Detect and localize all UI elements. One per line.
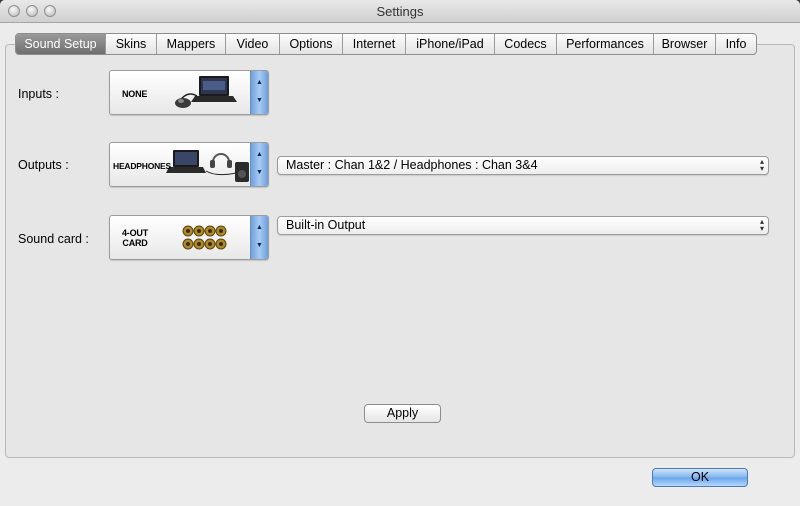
inputs-image-picker[interactable]: NONE ▲ ▼ (109, 70, 269, 115)
tab-video[interactable]: Video (226, 34, 280, 54)
up-down-chevron-icon: ▴ ▾ (759, 157, 764, 173)
soundcard-device-popup[interactable]: Built-in Output ▴ ▾ (277, 216, 769, 235)
soundcard-image-text-line1: 4-OUT (122, 228, 149, 238)
outputs-image-picker[interactable]: HEADPHONES ▲ ▼ (109, 142, 269, 187)
title-bar: Settings (0, 0, 800, 23)
soundcard-popup-value: Built-in Output (286, 218, 366, 232)
stepper-up-icon[interactable]: ▲ (251, 79, 268, 86)
stepper-down-icon[interactable]: ▼ (251, 169, 268, 176)
stepper-down-icon[interactable]: ▼ (251, 97, 268, 104)
outputs-image-text: HEADPHONES (113, 161, 171, 171)
inputs-image-text: NONE (122, 89, 148, 99)
ok-button[interactable]: OK (652, 468, 748, 487)
soundcard-stepper[interactable]: ▲ ▼ (250, 216, 268, 259)
settings-window: Settings Sound Setup Skins Mappers Video… (0, 0, 800, 506)
tab-options[interactable]: Options (280, 34, 343, 54)
tab-codecs[interactable]: Codecs (495, 34, 557, 54)
tab-iphone-ipad[interactable]: iPhone/iPad (406, 34, 495, 54)
stepper-down-icon[interactable]: ▼ (251, 242, 268, 249)
soundcard-image-text-line2: CARD (122, 238, 148, 248)
tab-skins[interactable]: Skins (106, 34, 157, 54)
outputs-popup-value: Master : Chan 1&2 / Headphones : Chan 3&… (286, 158, 538, 172)
soundcard-label: Sound card : (18, 232, 89, 246)
tab-mappers[interactable]: Mappers (157, 34, 226, 54)
tab-internet[interactable]: Internet (343, 34, 406, 54)
apply-button[interactable]: Apply (364, 404, 441, 423)
soundcard-image-text: 4-OUT CARD (122, 228, 148, 248)
up-down-chevron-icon: ▴ ▾ (759, 217, 764, 233)
inputs-label: Inputs : (18, 87, 59, 101)
soundcard-image-picker[interactable]: 4-OUT CARD ▲ ▼ (109, 215, 269, 260)
outputs-stepper[interactable]: ▲ ▼ (250, 143, 268, 186)
tab-sound-setup[interactable]: Sound Setup (16, 34, 106, 54)
window-title: Settings (376, 4, 424, 19)
stepper-up-icon[interactable]: ▲ (251, 151, 268, 158)
tab-browser[interactable]: Browser (654, 34, 716, 54)
stepper-up-icon[interactable]: ▲ (251, 224, 268, 231)
tab-info[interactable]: Info (716, 34, 756, 54)
outputs-label: Outputs : (18, 158, 69, 172)
outputs-channel-popup[interactable]: Master : Chan 1&2 / Headphones : Chan 3&… (277, 156, 769, 175)
inputs-stepper[interactable]: ▲ ▼ (250, 71, 268, 114)
tab-performances[interactable]: Performances (557, 34, 654, 54)
tab-bar: Sound Setup Skins Mappers Video Options … (15, 33, 757, 55)
